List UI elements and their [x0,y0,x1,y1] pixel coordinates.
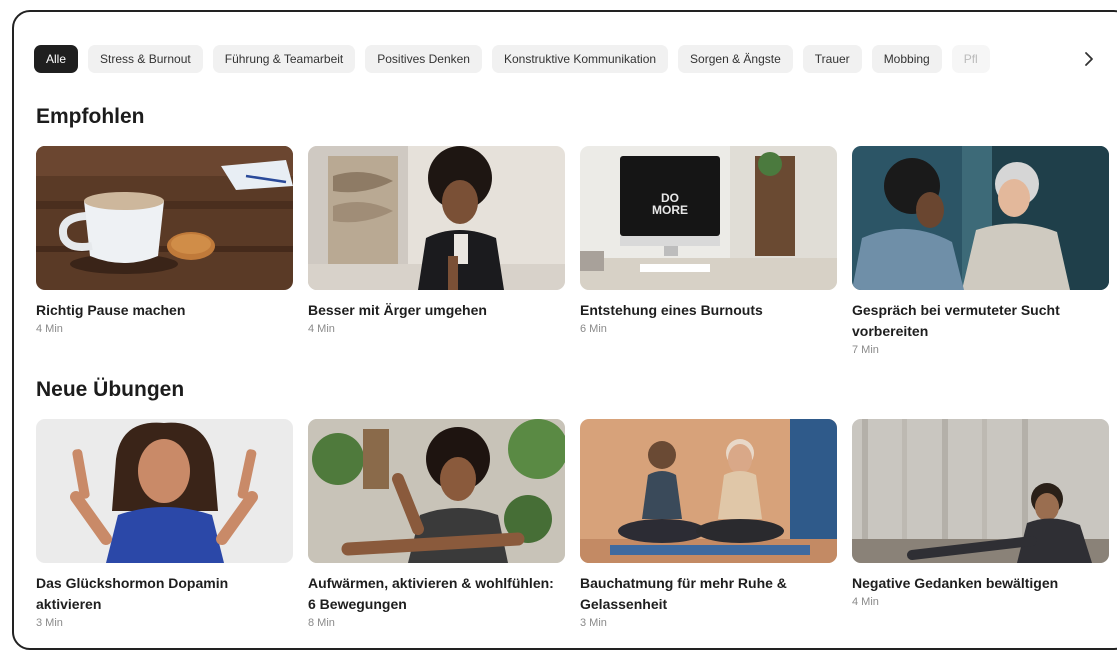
chevron-right-icon [1085,52,1093,66]
section-title-neue-uebungen: Neue Übungen [36,378,185,401]
exercise-title: Das Glückshormon Dopamin aktivieren [36,575,229,612]
exercise-thumbnail [308,419,565,563]
course-card[interactable]: DO MORE Entstehung eines Burnouts 6 Min [580,146,837,356]
exercise-title: Bauchatmung für mehr Ruhe & Gelassenheit [580,575,787,612]
recommended-row: Richtig Pause machen 4 Min Besser mit Är… [36,146,1109,356]
course-duration: 7 Min [852,344,879,356]
section-title-empfohlen: Empfohlen [36,105,145,128]
exercise-duration: 8 Min [308,617,335,629]
exercise-duration: 4 Min [852,596,879,608]
filter-chip-truncated[interactable]: Pfl [951,45,990,73]
filter-chip-mobbing[interactable]: Mobbing [871,45,942,73]
exercise-title: Negative Gedanken bewältigen [852,575,1059,591]
course-duration: 4 Min [36,323,63,335]
course-card[interactable]: Richtig Pause machen 4 Min [36,146,293,356]
course-title: Richtig Pause machen [36,302,186,318]
course-title: Besser mit Ärger umgehen [308,302,487,318]
course-card[interactable]: Gespräch bei vermuteter Sucht vorbereite… [852,146,1109,356]
exercise-duration: 3 Min [36,617,63,629]
filter-chip-bar: Alle Stress & Burnout Führung & Teamarbe… [34,45,1044,73]
filter-chip-alle[interactable]: Alle [34,45,79,73]
course-duration: 6 Min [580,323,607,335]
filter-chip-sorgen-aengste[interactable]: Sorgen & Ängste [678,45,793,73]
course-thumbnail [36,146,293,290]
exercise-card[interactable]: Aufwärmen, aktivieren & wohlfühlen: 6 Be… [308,419,565,629]
exercise-duration: 3 Min [580,617,607,629]
new-exercises-row: Das Glückshormon Dopamin aktivieren 3 Mi… [36,419,1109,629]
filter-chip-stress-burnout[interactable]: Stress & Burnout [88,45,203,73]
exercise-card[interactable]: Das Glückshormon Dopamin aktivieren 3 Mi… [36,419,293,629]
filter-chip-positives-denken[interactable]: Positives Denken [365,45,482,73]
exercise-thumbnail [852,419,1109,563]
exercise-card[interactable]: Negative Gedanken bewältigen 4 Min [852,419,1109,629]
course-thumbnail [308,146,565,290]
course-duration: 4 Min [308,323,335,335]
filter-chip-konstruktive-kommunikation[interactable]: Konstruktive Kommunikation [491,45,669,73]
content-panel: Alle Stress & Burnout Führung & Teamarbe… [12,10,1117,650]
course-card[interactable]: Besser mit Ärger umgehen 4 Min [308,146,565,356]
course-thumbnail: DO MORE [580,146,837,290]
filter-scroll-next-button[interactable] [1074,43,1104,75]
filter-chip-trauer[interactable]: Trauer [802,45,862,73]
course-thumbnail [852,146,1109,290]
filter-chip-fuehrung-teamarbeit[interactable]: Führung & Teamarbeit [212,45,356,73]
course-title: Entstehung eines Burnouts [580,302,763,318]
exercise-card[interactable]: Bauchatmung für mehr Ruhe & Gelassenheit… [580,419,837,629]
exercise-thumbnail [580,419,837,563]
course-title: Gespräch bei vermuteter Sucht vorbereite… [852,302,1060,339]
exercise-thumbnail [36,419,293,563]
exercise-title: Aufwärmen, aktivieren & wohlfühlen: 6 Be… [308,575,554,612]
svg-text:MORE: MORE [652,203,688,217]
